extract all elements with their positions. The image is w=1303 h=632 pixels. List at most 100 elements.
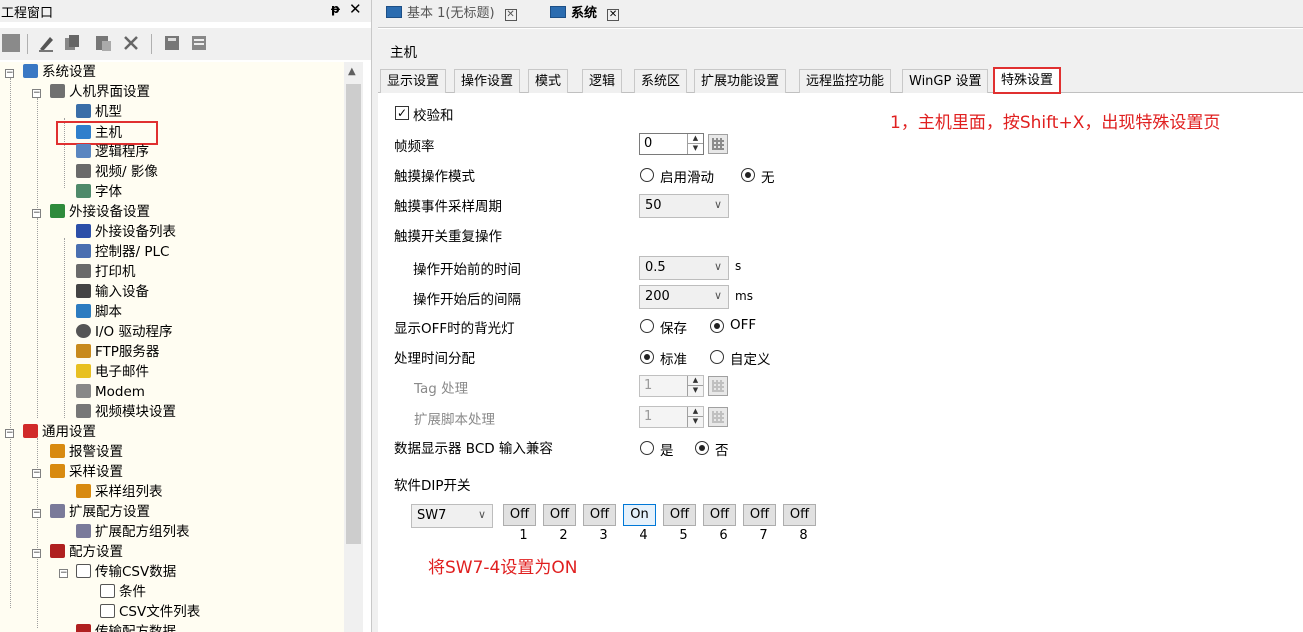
edit-icon[interactable] [37,34,55,52]
stepper-buttons[interactable]: ▲ ▼ [687,134,703,154]
tree-item-ftp-server[interactable]: FTP服务器 [76,342,159,362]
tab-mode[interactable]: 模式 [528,69,569,93]
tree-item-io-driver[interactable]: I/O 驱动程序 [76,322,172,342]
time-alloc-standard-radio[interactable] [640,350,654,364]
tab-operation-settings[interactable]: 操作设置 [454,69,521,93]
keypad-icon[interactable] [708,134,728,154]
tree-item-main-unit[interactable]: 主机 [56,121,158,145]
dip-switch-7[interactable]: Off [743,504,776,526]
tree-guide [37,438,38,628]
collapse-icon[interactable]: − [59,569,68,578]
close-icon[interactable]: ✕ [607,9,620,21]
tree-item-modem[interactable]: Modem [76,382,145,402]
tree-item-ext-recipe-settings[interactable]: 扩展配方设置 [50,502,150,522]
tab-wingp-settings[interactable]: WinGP 设置 [902,69,989,93]
bcd-compat-no-radio[interactable] [695,441,709,455]
tree-item-sampling-group-list[interactable]: 采样组列表 [76,482,163,502]
settings-tabs: 显示设置 操作设置 模式 逻辑 系统区 扩展功能设置 远程监控功能 WinGP … [378,67,1303,94]
frame-rate-stepper[interactable]: 0 ▲ ▼ [639,133,704,155]
common-settings-icon [23,424,38,438]
list-icon[interactable] [190,34,208,52]
tree-item-script[interactable]: 脚本 [76,302,122,322]
paste-icon[interactable] [94,34,112,52]
collapse-icon[interactable]: − [32,89,41,98]
collapse-icon[interactable]: − [32,209,41,218]
tree-item-condition[interactable]: 条件 [100,582,146,602]
tab-remote-monitoring[interactable]: 远程监控功能 [799,69,892,93]
bcd-compat-yes-label: 是 [660,443,674,459]
dip-switch-number: 2 [559,528,568,543]
properties-icon[interactable] [163,34,181,52]
csv-file-icon [100,604,115,618]
tab-extended-functions[interactable]: 扩展功能设置 [694,69,787,93]
dip-switch-2[interactable]: Off [543,504,576,526]
tree-item-printer[interactable]: 打印机 [76,262,136,282]
tree-item-video-module[interactable]: 视频模块设置 [76,402,176,422]
delete-icon[interactable] [122,34,140,52]
tree-item-label: 机型 [95,104,122,120]
checksum-checkbox[interactable]: ✓ [395,106,409,120]
after-start-select[interactable]: 200 ∨ [639,285,729,309]
collapse-icon[interactable]: − [5,429,14,438]
tree-item-system-settings[interactable]: 系统设置 [23,62,96,82]
tree-item-transfer-csv[interactable]: 传输CSV数据 [76,562,176,582]
time-alloc-custom-radio[interactable] [710,350,724,364]
tree-item-recipe-settings[interactable]: 配方设置 [50,542,123,562]
copy-icon[interactable] [63,34,81,52]
tree-item-transfer-recipe[interactable]: 传输配方数据 [76,622,176,632]
scrollbar-thumb[interactable] [346,84,361,544]
tree-item-input-device[interactable]: 输入设备 [76,282,149,302]
tree-item-video[interactable]: 视频/ 影像 [76,162,158,182]
dip-switch-4[interactable]: On [623,504,656,526]
tab-logic[interactable]: 逻辑 [582,69,623,93]
pane-splitter[interactable] [371,0,378,632]
tree-item-logic-program[interactable]: 逻辑程序 [76,142,149,162]
collapse-icon[interactable]: − [32,509,41,518]
tree-item-hmi-settings[interactable]: 人机界面设置 [50,82,150,102]
dip-switch-5[interactable]: Off [663,504,696,526]
pin-icon[interactable]: ᵽ [331,2,340,16]
dip-switch-3[interactable]: Off [583,504,616,526]
tree-item-common-settings[interactable]: 通用设置 [23,422,96,442]
touch-mode-none-radio[interactable] [741,168,755,182]
tree-item-ext-recipe-group-list[interactable]: 扩展配方组列表 [76,522,190,542]
tree-scrollbar[interactable]: ▲ [344,62,363,632]
tree-item-alarm-settings[interactable]: 报警设置 [50,442,123,462]
before-start-unit: s [735,259,742,273]
tree-item-email[interactable]: 电子邮件 [76,362,149,382]
collapse-icon[interactable]: − [32,549,41,558]
close-icon[interactable]: ✕ [349,0,362,18]
tab-special-settings[interactable]: 特殊设置 [993,67,1062,94]
tab-display-settings[interactable]: 显示设置 [380,69,447,93]
backlight-keep-radio[interactable] [640,319,654,333]
dip-switch-number: 4 [639,528,648,543]
close-icon[interactable]: ✕ [504,9,517,21]
touch-event-period-select[interactable]: 50 ∨ [639,194,729,218]
tree-item-peripheral-settings[interactable]: 外接设备设置 [50,202,150,222]
tree-item-csv-file-list[interactable]: CSV文件列表 [100,602,200,622]
collapse-icon[interactable]: − [5,69,14,78]
dip-switch-8[interactable]: Off [783,504,816,526]
model-icon [76,104,91,118]
new-screen-icon[interactable] [2,34,20,52]
tree-item-controller[interactable]: 控制器/ PLC [76,242,169,262]
backlight-off-radio[interactable] [710,319,724,333]
tab-system-area[interactable]: 系统区 [634,69,688,93]
tree-item-font[interactable]: 字体 [76,182,122,202]
bcd-compat-yes-radio[interactable] [640,441,654,455]
touch-mode-slide-radio[interactable] [640,168,654,182]
chevron-down-icon: ∨ [477,508,486,521]
tree-item-sampling-settings[interactable]: 采样设置 [50,462,123,482]
dip-switch-1[interactable]: Off [503,504,536,526]
tab-base-screen[interactable]: 基本 1(无标题) ✕ [386,3,517,25]
document-tabbar: 基本 1(无标题) ✕ 系统 ✕ [378,0,1303,28]
scroll-up-icon[interactable]: ▲ [348,66,356,77]
collapse-icon[interactable]: − [32,469,41,478]
tree-item-peripheral-list[interactable]: 外接设备列表 [76,222,176,242]
tab-system[interactable]: 系统 ✕ [550,3,620,25]
dip-switch-select[interactable]: SW7 ∨ [411,504,493,528]
tree-item-model[interactable]: 机型 [76,102,122,122]
tree-item-label: 主机 [95,125,122,141]
before-start-select[interactable]: 0.5 ∨ [639,256,729,280]
dip-switch-6[interactable]: Off [703,504,736,526]
